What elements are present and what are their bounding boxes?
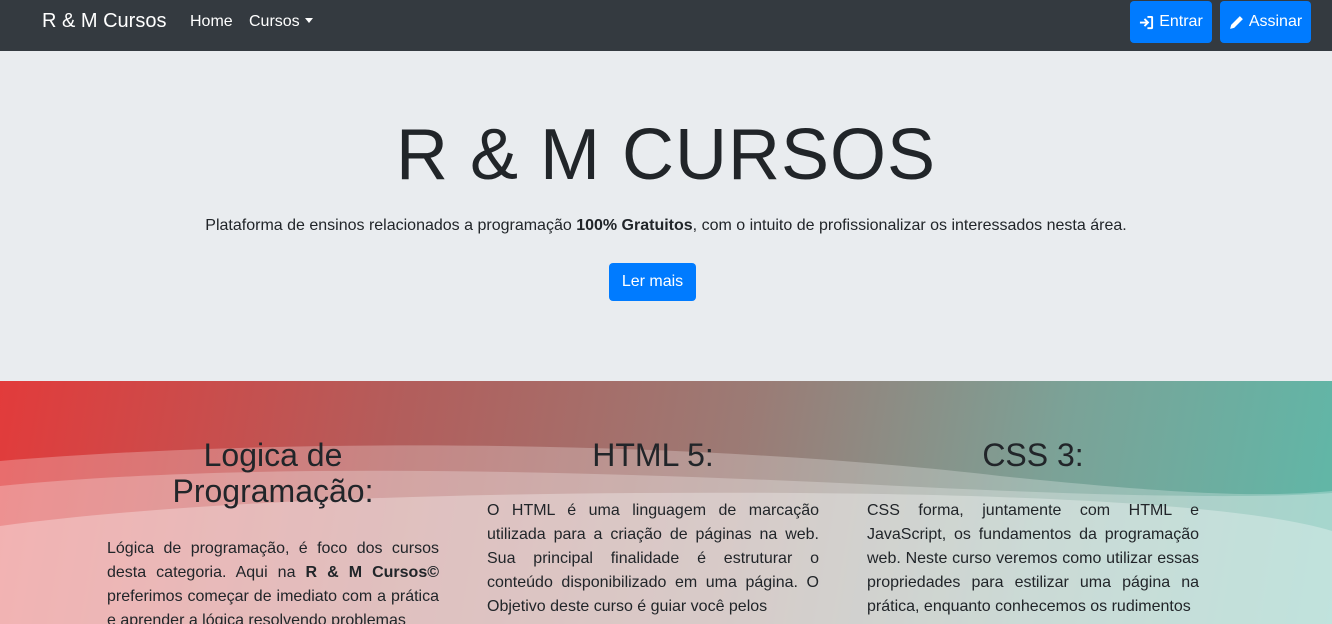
course-html5-text: O HTML é uma linguagem de marcação utili…: [487, 502, 819, 615]
sign-in-icon: [1140, 15, 1154, 29]
courses-section: Logica de Programação: Lógica de program…: [0, 381, 1332, 624]
course-css3-text: CSS forma, juntamente com HTML e JavaScr…: [867, 502, 1199, 615]
pencil-icon: [1229, 15, 1243, 29]
scrollbar-track[interactable]: [1326, 51, 1332, 381]
assinar-button[interactable]: Assinar: [1220, 1, 1311, 43]
course-logica-text: Lógica de programação, é foco dos cursos…: [107, 537, 439, 624]
ler-mais-button[interactable]: Ler mais: [609, 263, 696, 301]
course-logica-text-end: preferimos começar de imediato com a prá…: [107, 588, 439, 624]
course-css3-title: CSS 3:: [982, 437, 1084, 473]
hero-lead-bold: 100% Gratuitos: [576, 217, 693, 234]
course-logica-title: Logica de Programação:: [172, 437, 374, 509]
top-navbar: R & M Cursos Home Cursos Entrar Assinar: [0, 0, 1332, 51]
caret-down-icon: [304, 18, 313, 23]
hero-lead: Plataforma de ensinos relacionados a pro…: [0, 217, 1332, 235]
course-html5-title: HTML 5:: [592, 437, 714, 473]
navbar-brand[interactable]: R & M Cursos: [42, 10, 166, 33]
hero-lead-text: Plataforma de ensinos relacionados a pro…: [205, 217, 577, 234]
nav-home-link[interactable]: Home: [190, 13, 233, 31]
course-logica-brand: R & M Cursos©: [305, 564, 440, 581]
nav-cursos-label: Cursos: [249, 13, 300, 30]
hero-title: R & M CURSOS: [395, 115, 937, 195]
nav-cursos-dropdown[interactable]: Cursos: [249, 13, 313, 31]
entrar-label: Entrar: [1159, 13, 1203, 30]
hero-lead-text-end: , com o intuito de profissionalizar os i…: [692, 217, 1127, 234]
assinar-label: Assinar: [1248, 13, 1303, 30]
entrar-button[interactable]: Entrar: [1130, 1, 1212, 43]
hero-jumbotron: R & M CURSOS Plataforma de ensinos relac…: [0, 51, 1332, 381]
